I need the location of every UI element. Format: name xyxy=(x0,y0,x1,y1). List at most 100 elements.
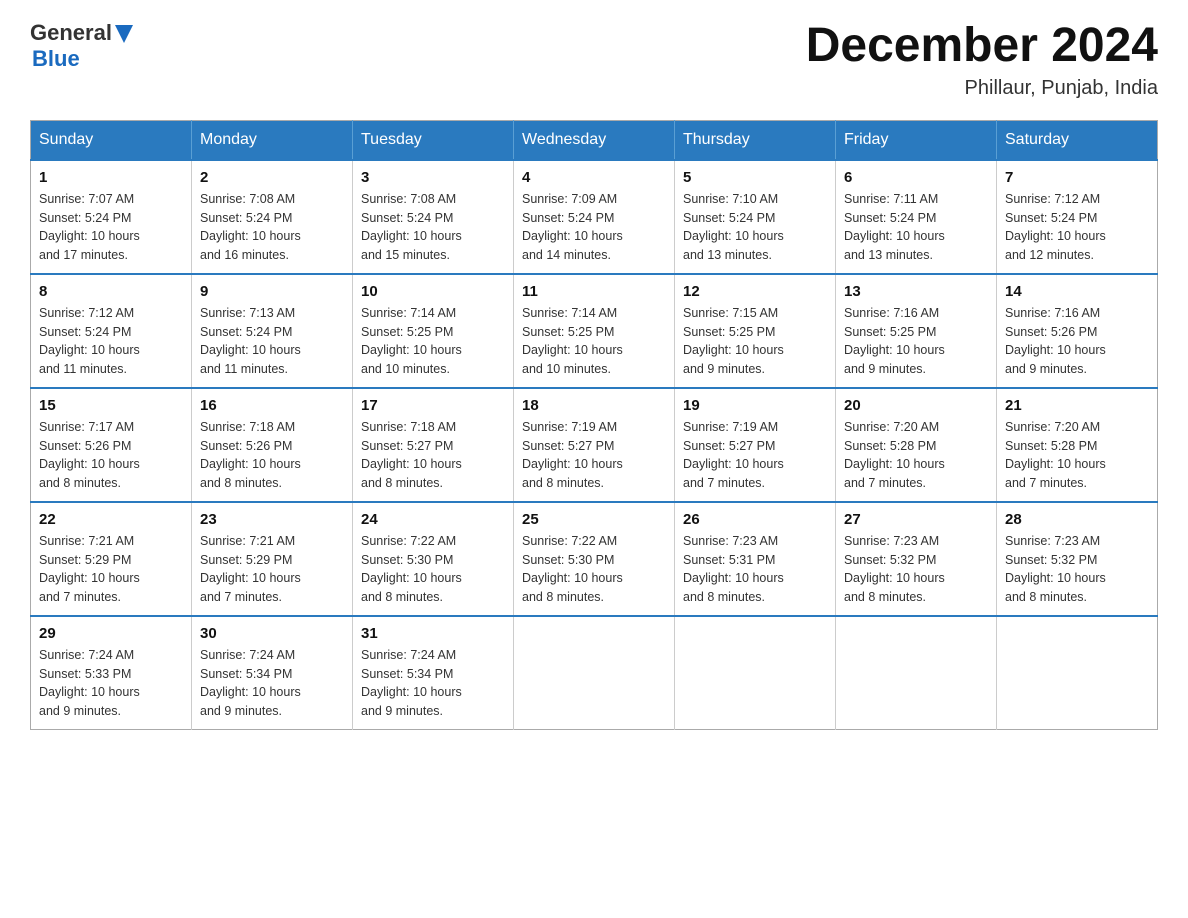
calendar-cell: 14 Sunrise: 7:16 AMSunset: 5:26 PMDayligh… xyxy=(997,274,1158,388)
day-info: Sunrise: 7:21 AMSunset: 5:29 PMDaylight:… xyxy=(200,532,344,607)
calendar-cell: 4 Sunrise: 7:09 AMSunset: 5:24 PMDaylight… xyxy=(514,160,675,274)
calendar-cell xyxy=(997,616,1158,730)
calendar-cell: 24 Sunrise: 7:22 AMSunset: 5:30 PMDayligh… xyxy=(353,502,514,616)
calendar-cell: 21Sunrise: 7:20 AMSunset: 5:28 PMDayligh… xyxy=(997,388,1158,502)
day-info: Sunrise: 7:12 AMSunset: 5:24 PMDaylight:… xyxy=(1005,190,1149,265)
title-area: December 2024 Phillaur, Punjab, India xyxy=(806,20,1158,100)
day-info: Sunrise: 7:21 AMSunset: 5:29 PMDaylight:… xyxy=(39,532,183,607)
calendar-cell: 16 Sunrise: 7:18 AMSunset: 5:26 PMDayligh… xyxy=(192,388,353,502)
day-number: 18 xyxy=(522,397,666,414)
day-number: 8 xyxy=(39,283,183,300)
column-header-monday: Monday xyxy=(192,120,353,160)
day-info: Sunrise: 7:23 AMSunset: 5:32 PMDaylight:… xyxy=(844,532,988,607)
calendar-cell: 20 Sunrise: 7:20 AMSunset: 5:28 PMDayligh… xyxy=(836,388,997,502)
calendar-cell: 22 Sunrise: 7:21 AMSunset: 5:29 PMDayligh… xyxy=(31,502,192,616)
calendar-header-row: SundayMondayTuesdayWednesdayThursdayFrid… xyxy=(31,120,1158,160)
day-number: 2 xyxy=(200,169,344,186)
day-number: 15 xyxy=(39,397,183,414)
calendar-cell: 29Sunrise: 7:24 AMSunset: 5:33 PMDayligh… xyxy=(31,616,192,730)
logo-blue-text: Blue xyxy=(32,46,80,72)
day-info: Sunrise: 7:12 AMSunset: 5:24 PMDaylight:… xyxy=(39,304,183,379)
day-info: Sunrise: 7:20 AMSunset: 5:28 PMDaylight:… xyxy=(844,418,988,493)
day-info: Sunrise: 7:14 AMSunset: 5:25 PMDaylight:… xyxy=(522,304,666,379)
day-info: Sunrise: 7:15 AMSunset: 5:25 PMDaylight:… xyxy=(683,304,827,379)
calendar-cell: 1Sunrise: 7:07 AMSunset: 5:24 PMDaylight… xyxy=(31,160,192,274)
day-info: Sunrise: 7:22 AMSunset: 5:30 PMDaylight:… xyxy=(361,532,505,607)
calendar-cell: 23 Sunrise: 7:21 AMSunset: 5:29 PMDayligh… xyxy=(192,502,353,616)
day-info: Sunrise: 7:24 AMSunset: 5:34 PMDaylight:… xyxy=(361,646,505,721)
day-number: 10 xyxy=(361,283,505,300)
day-number: 20 xyxy=(844,397,988,414)
calendar-week-row: 22 Sunrise: 7:21 AMSunset: 5:29 PMDayligh… xyxy=(31,502,1158,616)
day-info: Sunrise: 7:16 AMSunset: 5:26 PMDaylight:… xyxy=(1005,304,1149,379)
calendar-week-row: 8 Sunrise: 7:12 AMSunset: 5:24 PMDaylight… xyxy=(31,274,1158,388)
calendar-cell xyxy=(836,616,997,730)
day-number: 26 xyxy=(683,511,827,528)
day-number: 24 xyxy=(361,511,505,528)
day-number: 28 xyxy=(1005,511,1149,528)
day-number: 22 xyxy=(39,511,183,528)
calendar-cell: 26 Sunrise: 7:23 AMSunset: 5:31 PMDayligh… xyxy=(675,502,836,616)
calendar-title: December 2024 xyxy=(806,20,1158,73)
day-number: 23 xyxy=(200,511,344,528)
day-info: Sunrise: 7:07 AMSunset: 5:24 PMDaylight:… xyxy=(39,190,183,265)
calendar-cell: 28 Sunrise: 7:23 AMSunset: 5:32 PMDayligh… xyxy=(997,502,1158,616)
day-number: 13 xyxy=(844,283,988,300)
calendar-cell: 6 Sunrise: 7:11 AMSunset: 5:24 PMDaylight… xyxy=(836,160,997,274)
day-info: Sunrise: 7:08 AMSunset: 5:24 PMDaylight:… xyxy=(361,190,505,265)
day-number: 12 xyxy=(683,283,827,300)
calendar-cell: 8 Sunrise: 7:12 AMSunset: 5:24 PMDaylight… xyxy=(31,274,192,388)
day-number: 6 xyxy=(844,169,988,186)
column-header-friday: Friday xyxy=(836,120,997,160)
day-number: 30 xyxy=(200,625,344,642)
day-info: Sunrise: 7:19 AMSunset: 5:27 PMDaylight:… xyxy=(522,418,666,493)
day-info: Sunrise: 7:23 AMSunset: 5:31 PMDaylight:… xyxy=(683,532,827,607)
day-info: Sunrise: 7:17 AMSunset: 5:26 PMDaylight:… xyxy=(39,418,183,493)
day-info: Sunrise: 7:18 AMSunset: 5:27 PMDaylight:… xyxy=(361,418,505,493)
day-info: Sunrise: 7:18 AMSunset: 5:26 PMDaylight:… xyxy=(200,418,344,493)
calendar-cell: 9Sunrise: 7:13 AMSunset: 5:24 PMDaylight… xyxy=(192,274,353,388)
calendar-cell: 3Sunrise: 7:08 AMSunset: 5:24 PMDaylight… xyxy=(353,160,514,274)
day-number: 31 xyxy=(361,625,505,642)
day-number: 5 xyxy=(683,169,827,186)
column-header-sunday: Sunday xyxy=(31,120,192,160)
day-info: Sunrise: 7:23 AMSunset: 5:32 PMDaylight:… xyxy=(1005,532,1149,607)
column-header-thursday: Thursday xyxy=(675,120,836,160)
day-info: Sunrise: 7:13 AMSunset: 5:24 PMDaylight:… xyxy=(200,304,344,379)
day-info: Sunrise: 7:20 AMSunset: 5:28 PMDaylight:… xyxy=(1005,418,1149,493)
calendar-week-row: 1Sunrise: 7:07 AMSunset: 5:24 PMDaylight… xyxy=(31,160,1158,274)
day-number: 14 xyxy=(1005,283,1149,300)
calendar-cell xyxy=(514,616,675,730)
calendar-cell: 10 Sunrise: 7:14 AMSunset: 5:25 PMDayligh… xyxy=(353,274,514,388)
calendar-subtitle: Phillaur, Punjab, India xyxy=(806,77,1158,100)
calendar-cell xyxy=(675,616,836,730)
calendar-cell: 31 Sunrise: 7:24 AMSunset: 5:34 PMDayligh… xyxy=(353,616,514,730)
day-number: 29 xyxy=(39,625,183,642)
calendar-cell: 5Sunrise: 7:10 AMSunset: 5:24 PMDaylight… xyxy=(675,160,836,274)
day-info: Sunrise: 7:08 AMSunset: 5:24 PMDaylight:… xyxy=(200,190,344,265)
calendar-cell: 7 Sunrise: 7:12 AMSunset: 5:24 PMDaylight… xyxy=(997,160,1158,274)
calendar-week-row: 15 Sunrise: 7:17 AMSunset: 5:26 PMDayligh… xyxy=(31,388,1158,502)
calendar-cell: 11Sunrise: 7:14 AMSunset: 5:25 PMDayligh… xyxy=(514,274,675,388)
day-info: Sunrise: 7:11 AMSunset: 5:24 PMDaylight:… xyxy=(844,190,988,265)
day-info: Sunrise: 7:19 AMSunset: 5:27 PMDaylight:… xyxy=(683,418,827,493)
calendar-cell: 25 Sunrise: 7:22 AMSunset: 5:30 PMDayligh… xyxy=(514,502,675,616)
logo-general-text: General xyxy=(30,20,112,46)
day-number: 27 xyxy=(844,511,988,528)
calendar-cell: 27 Sunrise: 7:23 AMSunset: 5:32 PMDayligh… xyxy=(836,502,997,616)
column-header-saturday: Saturday xyxy=(997,120,1158,160)
calendar-week-row: 29Sunrise: 7:24 AMSunset: 5:33 PMDayligh… xyxy=(31,616,1158,730)
day-number: 17 xyxy=(361,397,505,414)
day-info: Sunrise: 7:22 AMSunset: 5:30 PMDaylight:… xyxy=(522,532,666,607)
day-number: 7 xyxy=(1005,169,1149,186)
day-number: 4 xyxy=(522,169,666,186)
calendar-cell: 18 Sunrise: 7:19 AMSunset: 5:27 PMDayligh… xyxy=(514,388,675,502)
calendar-cell: 2 Sunrise: 7:08 AMSunset: 5:24 PMDaylight… xyxy=(192,160,353,274)
day-info: Sunrise: 7:14 AMSunset: 5:25 PMDaylight:… xyxy=(361,304,505,379)
calendar-cell: 13Sunrise: 7:16 AMSunset: 5:25 PMDayligh… xyxy=(836,274,997,388)
day-number: 16 xyxy=(200,397,344,414)
day-number: 25 xyxy=(522,511,666,528)
logo-triangle-icon xyxy=(115,25,133,43)
page-header: General Blue December 2024 Phillaur, Pun… xyxy=(30,20,1158,100)
day-info: Sunrise: 7:09 AMSunset: 5:24 PMDaylight:… xyxy=(522,190,666,265)
